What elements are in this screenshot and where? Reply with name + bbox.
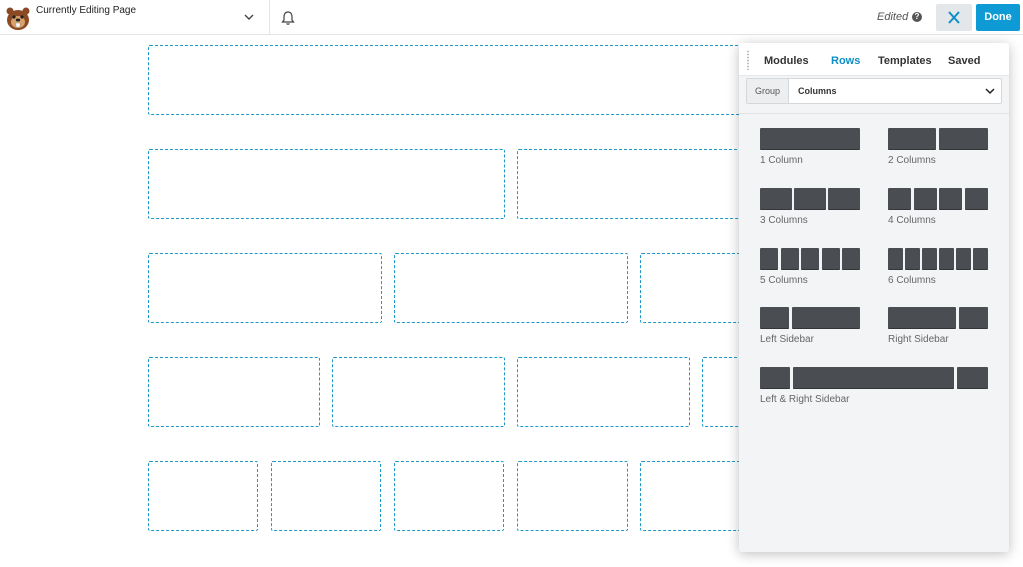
column-block [760,367,790,389]
layout-label: Left & Right Sidebar [760,394,850,405]
layout-label: Left Sidebar [760,334,814,345]
group-select[interactable]: Group Columns [746,78,1002,104]
tab-rows[interactable]: Rows [831,55,860,67]
layout-label: 4 Columns [888,215,936,226]
row-placeholder[interactable] [148,461,258,531]
chevron-down-icon [985,88,995,95]
row-placeholder[interactable] [148,149,505,219]
column-block [964,188,988,210]
row-placeholder[interactable] [332,357,505,427]
row-placeholder[interactable] [148,253,382,323]
tab-saved[interactable]: Saved [948,55,980,67]
group-label: Group [747,79,789,103]
column-block [939,128,988,150]
chevron-down-icon[interactable] [242,10,256,24]
layout-label: 1 Column [760,155,803,166]
layout-6-columns[interactable]: 6 Columns [888,248,988,288]
content-panel: Modules Rows Templates Saved Group Colum… [739,43,1009,552]
layout-label: Right Sidebar [888,334,949,345]
column-block [760,307,789,329]
panel-tabs: Modules Rows Templates Saved [739,43,1009,76]
column-block [828,188,860,210]
column-block [792,307,860,329]
layout-label: 6 Columns [888,275,936,286]
column-block [793,367,954,389]
layout-left-sidebar[interactable]: Left Sidebar [760,307,860,347]
edited-status: Edited [877,11,909,23]
column-block [956,248,971,270]
row-placeholder[interactable] [517,357,690,427]
row-placeholder[interactable] [394,253,628,323]
column-block [842,248,860,270]
page-title[interactable]: Currently Editing Page [36,5,136,16]
column-block [760,128,860,150]
layout-4-columns[interactable]: 4 Columns [888,188,988,228]
layout-label: 5 Columns [760,275,808,286]
close-icon [948,11,960,24]
row-placeholder[interactable] [517,149,757,219]
layout-right-sidebar[interactable]: Right Sidebar [888,307,988,347]
row-placeholder[interactable] [517,461,628,531]
column-block [959,307,988,329]
column-block [905,248,920,270]
row-placeholder[interactable] [640,461,750,531]
panel-divider [739,113,1009,114]
layout-label: 2 Columns [888,155,936,166]
close-panel-button[interactable] [936,4,972,31]
layout-5-columns[interactable]: 5 Columns [760,248,860,288]
help-icon[interactable]: ? [912,12,922,22]
drag-handle-icon[interactable] [746,50,750,70]
tab-templates[interactable]: Templates [878,55,932,67]
column-block [939,248,954,270]
column-block [888,188,911,210]
column-block [939,188,962,210]
column-block [888,307,956,329]
column-block [801,248,819,270]
top-bar: Currently Editing Page Edited ? Done [0,0,1023,35]
layout-2-columns[interactable]: 2 Columns [888,128,988,168]
layout-3-columns[interactable]: 3 Columns [760,188,860,228]
column-block [794,188,826,210]
beaver-logo-icon [6,7,30,30]
column-block [821,248,840,270]
tab-modules[interactable]: Modules [764,55,809,67]
row-placeholder[interactable] [394,461,504,531]
column-block [780,248,799,270]
column-block [957,367,988,389]
column-block [913,188,937,210]
column-block [973,248,988,270]
bell-icon[interactable] [280,10,296,26]
done-button[interactable]: Done [976,4,1020,31]
layout-1-column[interactable]: 1 Column [760,128,860,168]
column-block [760,248,778,270]
layout-left-right-sidebar[interactable]: Left & Right Sidebar [760,367,988,407]
column-block [888,248,903,270]
column-block [888,128,936,150]
column-block [922,248,937,270]
topbar-divider [269,0,270,35]
layout-label: 3 Columns [760,215,808,226]
row-placeholder[interactable] [148,45,758,115]
column-block [760,188,792,210]
group-value: Columns [798,86,837,96]
row-placeholder[interactable] [271,461,381,531]
row-placeholder[interactable] [148,357,320,427]
